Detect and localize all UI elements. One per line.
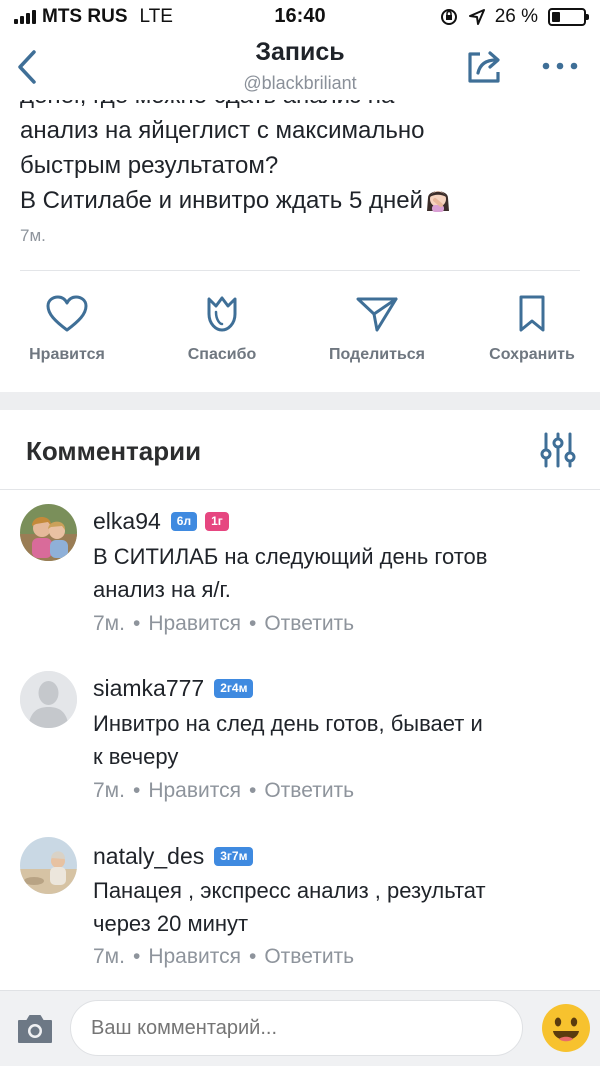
comment-item: elka94 6л 1г В СИТИЛАБ на следующий день…	[0, 500, 600, 650]
comment-reply-button[interactable]: Ответить	[264, 945, 354, 968]
facepalm-emoji-icon	[426, 191, 449, 212]
default-avatar-icon	[20, 671, 77, 728]
avatar[interactable]	[20, 504, 77, 561]
like-label: Нравится	[29, 346, 105, 363]
paper-plane-icon	[356, 297, 398, 332]
save-button[interactable]: Сохранить	[467, 294, 597, 364]
camera-icon[interactable]	[16, 1013, 54, 1045]
post-time: 7м.	[20, 226, 46, 245]
comment-item: nataly_des 3г7м Панацея , экспресс анали…	[0, 834, 600, 984]
badge: 3г7м	[214, 847, 254, 866]
thanks-label: Спасибо	[187, 346, 257, 363]
separator-dot: •	[248, 779, 257, 802]
post-text: денег, где можно сдать анализ на анализ …	[20, 100, 585, 218]
comment-time: 7м.	[93, 612, 125, 635]
comment-time: 7м.	[93, 779, 125, 802]
post-content: денег, где можно сдать анализ на анализ …	[0, 100, 600, 270]
comment-username[interactable]: siamka777	[93, 675, 204, 702]
comment-composer	[0, 990, 600, 1066]
comment-header: siamka777 2г4м	[93, 675, 261, 702]
separator-dot: •	[132, 945, 141, 968]
battery-icon	[548, 8, 589, 26]
comment-text: Панацея , экспресс анализ , результат че…	[93, 878, 486, 936]
tulip-icon	[207, 296, 237, 332]
save-label: Сохранить	[489, 346, 575, 363]
orientation-lock-icon	[440, 9, 457, 25]
heart-icon	[46, 295, 88, 332]
comment-username[interactable]: nataly_des	[93, 843, 204, 870]
location-icon	[468, 9, 485, 25]
divider	[20, 270, 580, 271]
battery-percent: 26 %	[494, 6, 538, 27]
status-bar: MTS RUS LTE 16:40 26 %	[0, 0, 600, 32]
comment-input[interactable]	[70, 1000, 523, 1056]
page-subtitle[interactable]: @blackbriliant	[0, 73, 600, 94]
thanks-button[interactable]: Спасибо	[157, 294, 287, 364]
separator-dot: •	[248, 612, 257, 635]
page-title: Запись	[255, 38, 345, 66]
comment-like-button[interactable]: Нравится	[148, 612, 241, 635]
section-separator	[0, 392, 600, 410]
comment-reply-button[interactable]: Ответить	[264, 612, 354, 635]
badge: 6л	[170, 512, 198, 531]
like-button[interactable]: Нравится	[2, 294, 132, 364]
comment-header: nataly_des 3г7м	[93, 843, 261, 870]
share-post-button[interactable]: Поделиться	[312, 294, 442, 364]
comment-reply-button[interactable]: Ответить	[264, 779, 354, 802]
share-post-label: Поделиться	[328, 346, 426, 363]
comment-username[interactable]: elka94	[93, 508, 161, 535]
filter-sliders-icon[interactable]	[538, 432, 578, 468]
separator-dot: •	[248, 945, 257, 968]
more-icon[interactable]	[540, 56, 580, 76]
battery-fill	[552, 12, 560, 22]
avatar[interactable]	[20, 671, 77, 728]
bookmark-icon	[519, 295, 545, 332]
comment-meta: 7м. • Нравится • Ответить	[93, 945, 354, 969]
comment-text: В СИТИЛАБ на следующий день готов анализ…	[93, 544, 488, 602]
comment-like-button[interactable]: Нравится	[148, 779, 241, 802]
comments-title: Комментарии	[26, 436, 202, 466]
comment-header: elka94 6л 1г	[93, 508, 237, 535]
comment-like-button[interactable]: Нравится	[148, 945, 241, 968]
avatar-image	[20, 504, 77, 561]
separator-dot: •	[132, 612, 141, 635]
status-right: 26 %	[439, 6, 589, 28]
comment-item: siamka777 2г4м Инвитро на след день гото…	[0, 667, 600, 817]
divider	[0, 489, 600, 490]
emoji-smile-icon[interactable]	[540, 1002, 592, 1054]
comment-time: 7м.	[93, 945, 125, 968]
comment-meta: 7м. • Нравится • Ответить	[93, 612, 354, 636]
badge: 2г4м	[214, 679, 254, 698]
comment-meta: 7м. • Нравится • Ответить	[93, 779, 354, 803]
badge: 1г	[205, 512, 229, 531]
share-icon[interactable]	[464, 48, 504, 86]
comment-text: Инвитро на след день готов, бывает и к в…	[93, 711, 483, 769]
avatar[interactable]	[20, 837, 77, 894]
post-text-body: денег, где можно сдать анализ на анализ …	[20, 100, 425, 214]
avatar-image	[20, 837, 77, 894]
nav-header: Запись @blackbriliant	[0, 32, 600, 102]
separator-dot: •	[132, 779, 141, 802]
